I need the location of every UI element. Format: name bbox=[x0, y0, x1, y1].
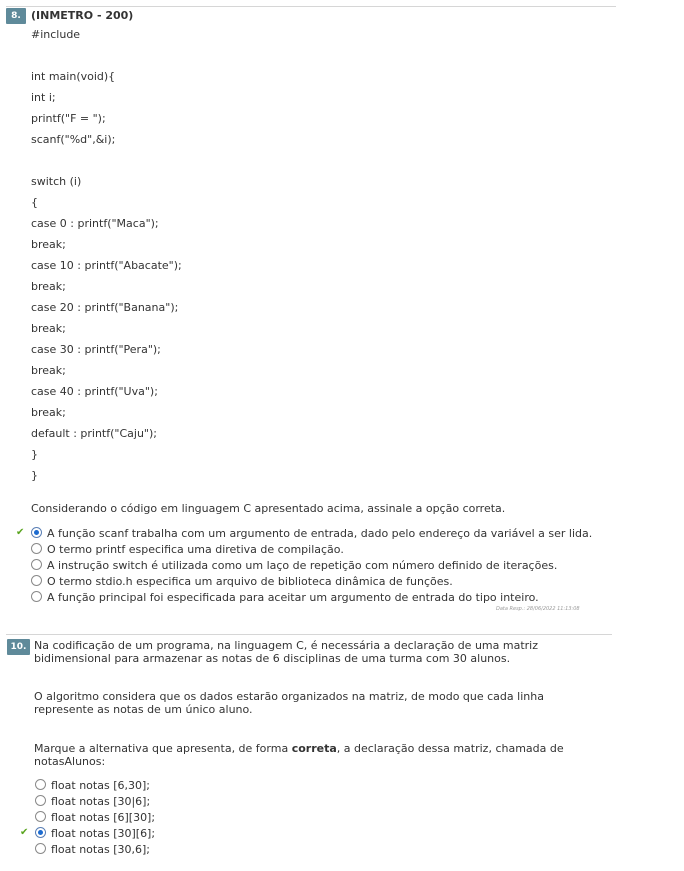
option-label: A instrução switch é utilizada como um l… bbox=[47, 559, 558, 572]
question-statement-3: Marque a alternativa que apresenta, de f… bbox=[34, 742, 594, 768]
code-line: case 10 : printf("Abacate"); bbox=[31, 259, 182, 272]
option-c[interactable]: A instrução switch é utilizada como um l… bbox=[31, 559, 557, 573]
code-line: scanf("%d",&i); bbox=[31, 133, 116, 146]
code-line: #include bbox=[31, 28, 81, 41]
question-number-badge: 8. bbox=[6, 8, 26, 24]
separator-q10 bbox=[6, 634, 612, 635]
radio-button[interactable] bbox=[31, 575, 42, 586]
code-line: } bbox=[31, 469, 38, 482]
option-a[interactable]: float notas [6,30]; bbox=[35, 779, 150, 793]
question-title: (INMETRO - 200) bbox=[31, 9, 134, 22]
option-label: float notas [30][6]; bbox=[51, 827, 156, 840]
option-a[interactable]: A função scanf trabalha com um argumento… bbox=[31, 527, 592, 541]
option-b[interactable]: float notas [30|6]; bbox=[35, 795, 150, 809]
code-line: int main(void){ bbox=[31, 70, 116, 83]
option-label: O termo stdio.h especifica um arquivo de… bbox=[47, 575, 453, 588]
question-statement-1: Na codificação de um programa, na lingua… bbox=[34, 639, 538, 665]
option-label: A função scanf trabalha com um argumento… bbox=[47, 527, 593, 540]
question-number-badge: 10. bbox=[7, 639, 30, 655]
option-label: float notas [6][30]; bbox=[51, 811, 156, 824]
option-c[interactable]: float notas [6][30]; bbox=[35, 811, 155, 825]
code-line: default : printf("Caju"); bbox=[31, 427, 157, 440]
radio-button[interactable] bbox=[35, 843, 46, 854]
code-line: break; bbox=[31, 238, 66, 251]
statement-3-pre: Marque a alternativa que apresenta, de f… bbox=[34, 742, 292, 755]
option-label: float notas [30|6]; bbox=[51, 795, 151, 808]
question-statement-2: O algoritmo considera que os dados estar… bbox=[34, 690, 544, 716]
radio-button[interactable] bbox=[31, 591, 42, 602]
code-line: case 40 : printf("Uva"); bbox=[31, 385, 158, 398]
code-line: { bbox=[31, 196, 38, 209]
radio-button[interactable] bbox=[31, 559, 42, 570]
option-d[interactable]: O termo stdio.h especifica um arquivo de… bbox=[31, 575, 453, 589]
statement-3-bold: correta bbox=[291, 742, 337, 755]
code-line: switch (i) bbox=[31, 175, 82, 188]
separator-q8 bbox=[6, 6, 616, 7]
code-line: printf("F = "); bbox=[31, 112, 106, 125]
code-line: } bbox=[31, 448, 38, 461]
code-line: break; bbox=[31, 364, 66, 377]
option-label: O termo printf especifica uma diretiva d… bbox=[47, 543, 344, 556]
question-prompt: Considerando o código em linguagem C apr… bbox=[31, 502, 506, 515]
code-line: case 30 : printf("Pera"); bbox=[31, 343, 161, 356]
code-line: break; bbox=[31, 406, 66, 419]
radio-button[interactable] bbox=[35, 795, 46, 806]
code-line: break; bbox=[31, 322, 66, 335]
radio-button[interactable] bbox=[35, 779, 46, 790]
code-line: case 0 : printf("Maca"); bbox=[31, 217, 159, 230]
option-e[interactable]: float notas [30,6]; bbox=[35, 843, 150, 857]
radio-button[interactable] bbox=[31, 527, 42, 538]
radio-button[interactable] bbox=[35, 827, 46, 838]
radio-button[interactable] bbox=[35, 811, 46, 822]
code-line: int i; bbox=[31, 91, 56, 104]
option-e[interactable]: A função principal foi especificada para… bbox=[31, 591, 539, 605]
option-label: float notas [30,6]; bbox=[51, 843, 150, 856]
code-line: break; bbox=[31, 280, 66, 293]
radio-button[interactable] bbox=[31, 543, 42, 554]
response-date: Data Resp.: 28/06/2022 11:13:08 bbox=[496, 606, 580, 612]
option-label: A função principal foi especificada para… bbox=[47, 591, 539, 604]
option-d[interactable]: float notas [30][6]; bbox=[35, 827, 155, 841]
check-icon: ✔ bbox=[16, 527, 25, 538]
check-icon: ✔ bbox=[20, 827, 29, 838]
code-line: case 20 : printf("Banana"); bbox=[31, 301, 179, 314]
option-b[interactable]: O termo printf especifica uma diretiva d… bbox=[31, 543, 344, 557]
option-label: float notas [6,30]; bbox=[51, 779, 150, 792]
